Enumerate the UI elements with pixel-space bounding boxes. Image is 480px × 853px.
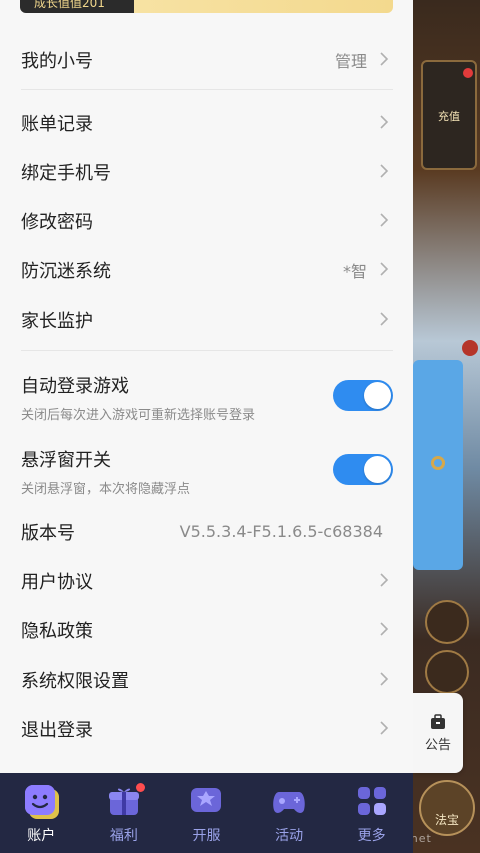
chevron-right-icon: [380, 672, 389, 686]
more-icon: [357, 787, 386, 815]
notification-dot: [463, 68, 473, 78]
chat-icon[interactable]: [425, 600, 469, 644]
chevron-right-icon: [380, 622, 389, 636]
game-round-button[interactable]: [425, 650, 469, 694]
divider: [21, 89, 393, 90]
menu-item-label: 绑定手机号: [21, 162, 111, 184]
menu-item-label: 家长监护: [21, 310, 93, 332]
nav-label: 账户: [27, 828, 56, 844]
nav-item-welfare[interactable]: 福利: [83, 773, 166, 853]
chevron-right-icon: [380, 115, 389, 129]
bottom-nav: 账户 福利 开服 活动 更多: [0, 773, 413, 853]
menu-item-parental-control[interactable]: 家长监护: [0, 295, 413, 344]
version-label: 版本号: [21, 522, 75, 544]
version-row: 版本号 V5.5.3.4-F5.1.6.5-c68384: [0, 507, 413, 556]
sub-account-manage: 管理: [334, 51, 367, 71]
notice-button[interactable]: 公告: [413, 693, 463, 773]
menu-item-permissions[interactable]: 系统权限设置: [0, 655, 413, 704]
menu-item-label: 修改密码: [21, 211, 93, 233]
knot-icon: [431, 456, 445, 470]
chevron-right-icon: [380, 312, 389, 326]
nav-item-more[interactable]: 更多: [330, 773, 413, 853]
toggle-label: 自动登录游戏: [21, 376, 129, 397]
version-value: V5.5.3.4-F5.1.6.5-c68384: [179, 522, 383, 541]
notice-label: 公告: [424, 737, 451, 753]
game-recharge-badge[interactable]: 充值: [421, 60, 477, 170]
switch-knob: [364, 456, 391, 483]
toggle-row-floating-window: 悬浮窗开关 关闭悬浮窗，本次将隐藏浮点: [0, 440, 413, 512]
chevron-right-icon: [380, 164, 389, 178]
menu-item-privacy-policy[interactable]: 隐私政策: [0, 605, 413, 654]
auto-login-switch[interactable]: [333, 380, 393, 411]
menu-item-change-password[interactable]: 修改密码: [0, 196, 413, 245]
menu-item-label: 退出登录: [21, 719, 93, 741]
menu-item-anti-addiction[interactable]: 防沉迷系统 *智: [0, 245, 413, 294]
account-panel: 成长值值201 我的小号 管理 账单记录 绑定手机号 修改密码 防沉迷系统 *智…: [0, 0, 413, 773]
nav-item-account[interactable]: 账户: [0, 773, 83, 853]
chevron-right-icon: [380, 213, 389, 227]
menu-item-label: 账单记录: [21, 113, 93, 135]
sub-account-row[interactable]: 我的小号 管理: [0, 35, 413, 84]
toggle-description: 关闭悬浮窗，本次将隐藏浮点: [21, 482, 191, 497]
menu-item-label: 防沉迷系统: [21, 260, 111, 282]
menu-item-bind-phone[interactable]: 绑定手机号: [0, 147, 413, 196]
game-red-dot: [462, 340, 478, 356]
toggle-description: 关闭后每次进入游戏可重新选择账号登录: [21, 408, 256, 423]
menu-item-logout[interactable]: 退出登录: [0, 704, 413, 753]
floating-window-switch[interactable]: [333, 454, 393, 485]
anti-addiction-value: *智: [342, 261, 367, 281]
bag-icon: [431, 713, 445, 729]
nav-item-activity[interactable]: 活动: [248, 773, 331, 853]
menu-item-label: 系统权限设置: [21, 670, 129, 692]
switch-knob: [364, 382, 391, 409]
game-badge-label: 充值: [438, 110, 460, 123]
nav-label: 更多: [357, 828, 386, 844]
notification-dot: [135, 783, 145, 792]
server-icon: [191, 788, 222, 812]
menu-item-label: 用户协议: [21, 571, 93, 593]
nav-item-server[interactable]: 开服: [165, 773, 248, 853]
divider: [21, 350, 393, 351]
nav-label: 活动: [275, 828, 304, 844]
fabao-label: 法宝: [434, 813, 459, 827]
growth-banner-text: 成长值值201: [34, 0, 105, 10]
nav-label: 开服: [192, 828, 221, 844]
chevron-right-icon: [380, 573, 389, 587]
sub-account-label: 我的小号: [21, 50, 93, 72]
chevron-right-icon: [380, 52, 389, 66]
chevron-right-icon: [380, 721, 389, 735]
gamepad-icon: [273, 792, 305, 813]
toggle-label: 悬浮窗开关: [21, 450, 111, 471]
growth-banner: 成长值值201: [20, 0, 393, 13]
menu-item-bills[interactable]: 账单记录: [0, 98, 413, 147]
account-icon: [25, 785, 60, 819]
toggle-row-auto-login: 自动登录游戏 关闭后每次进入游戏可重新选择账号登录: [0, 366, 413, 438]
fabao-button[interactable]: 法宝: [419, 780, 475, 836]
chevron-right-icon: [380, 262, 389, 276]
nav-label: 福利: [109, 828, 138, 844]
menu-item-user-agreement[interactable]: 用户协议: [0, 556, 413, 605]
game-scroll-banner[interactable]: [413, 360, 463, 570]
menu-item-label: 隐私政策: [21, 620, 93, 642]
